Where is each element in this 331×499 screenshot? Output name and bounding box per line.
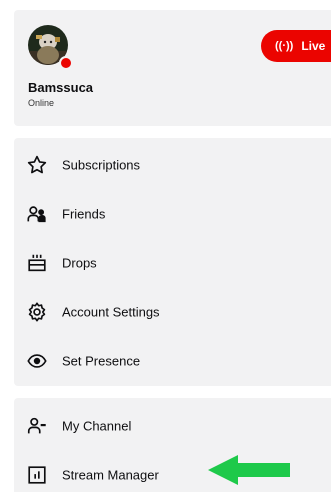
menu-item-label: Stream Manager: [62, 467, 159, 482]
channel-icon: [26, 415, 48, 437]
eye-icon: [26, 350, 48, 372]
drops-icon: [26, 252, 48, 274]
menu-item-label: Set Presence: [62, 353, 141, 368]
menu-item-friends[interactable]: Friends: [14, 189, 331, 238]
menu-item-set-presence[interactable]: Set Presence: [14, 336, 331, 385]
gear-icon: [26, 301, 48, 323]
menu-item-label: My Channel: [62, 418, 132, 433]
avatar[interactable]: [28, 25, 73, 70]
live-button[interactable]: ((·)) Live: [261, 30, 331, 62]
star-icon: [26, 154, 48, 176]
menu-card: Subscriptions Friends Drops Account Sett…: [14, 138, 331, 386]
online-status-dot: [59, 56, 73, 70]
live-button-label: Live: [301, 39, 326, 53]
green-arrow-annotation: [208, 455, 290, 485]
menu-item-subscriptions[interactable]: Subscriptions: [14, 140, 331, 189]
menu-item-label: Account Settings: [62, 304, 160, 319]
menu-item-drops[interactable]: Drops: [14, 238, 331, 287]
menu-item-account-settings[interactable]: Account Settings: [14, 287, 331, 336]
menu-item-label: Drops: [62, 255, 97, 270]
stream-manager-icon: [26, 464, 48, 486]
menu-item-label: Subscriptions: [62, 157, 141, 172]
profile-card: ((·)) Live Bamssuca Online: [14, 10, 331, 126]
menu-item-label: Friends: [62, 206, 106, 221]
menu-item-my-channel[interactable]: My Channel: [14, 401, 331, 450]
username: Bamssuca: [28, 80, 94, 95]
live-broadcast-icon: ((·)): [275, 40, 294, 52]
online-status-text: Online: [28, 98, 55, 108]
friends-icon: [26, 203, 48, 225]
